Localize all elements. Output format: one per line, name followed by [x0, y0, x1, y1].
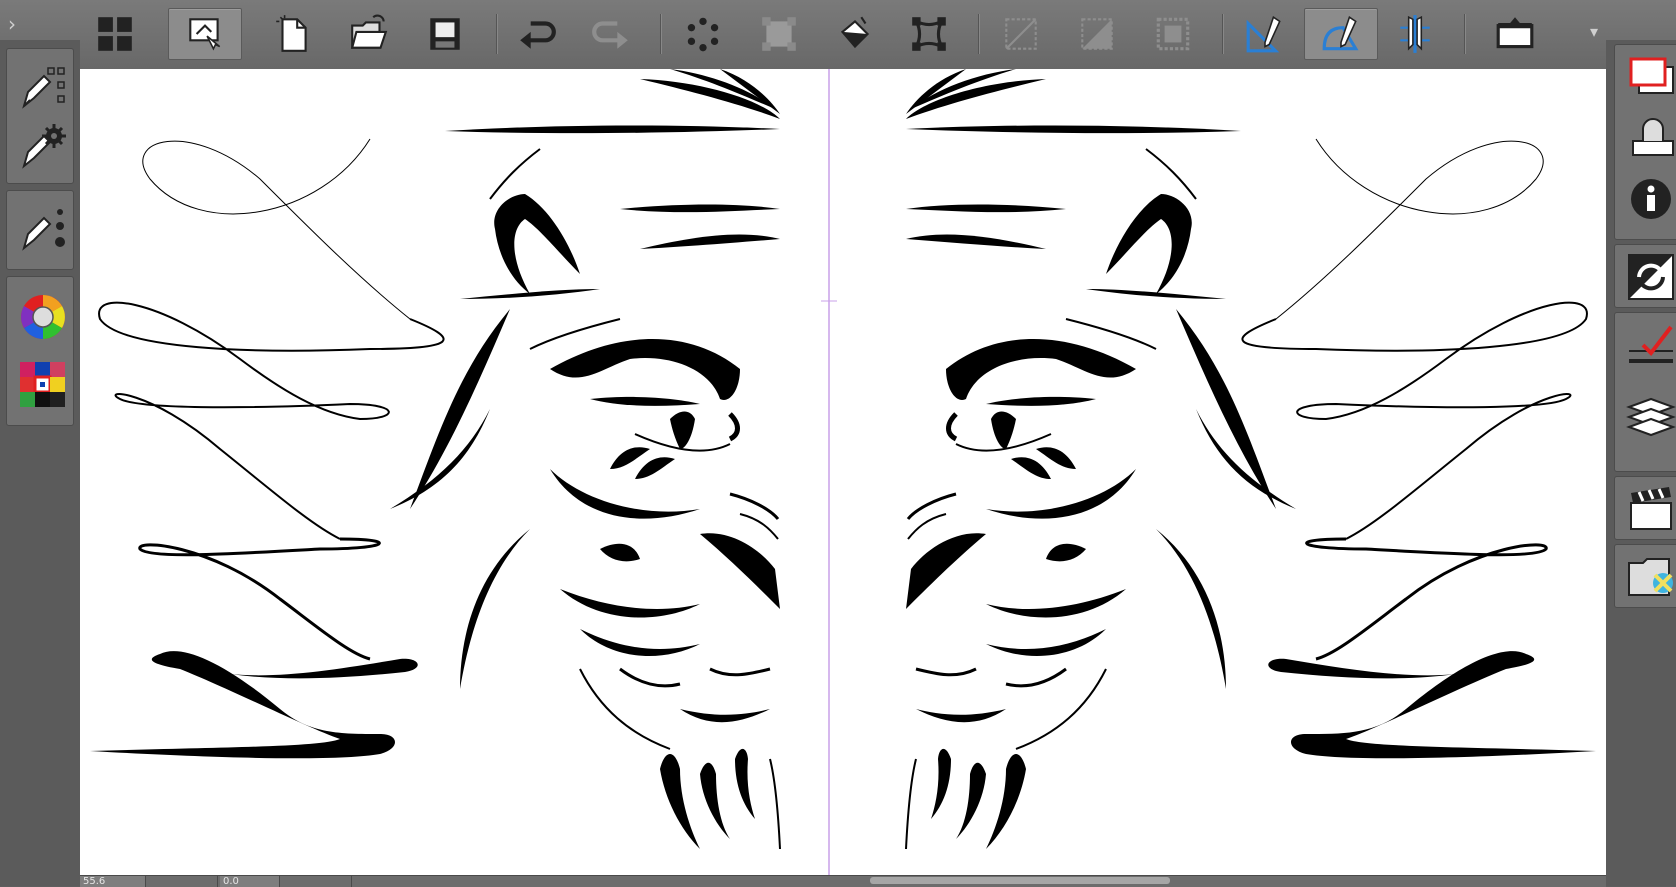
drawing-canvas[interactable] — [80, 69, 1606, 875]
clapper-icon[interactable] — [1623, 481, 1676, 537]
left-dock-group-color — [6, 276, 74, 426]
canvas-fit-icon[interactable] — [168, 8, 242, 60]
redo-icon[interactable] — [580, 8, 642, 60]
pen-dots-icon[interactable] — [17, 203, 69, 255]
right-dock-group-materials — [1614, 544, 1676, 608]
left-dock-group-pens — [6, 48, 74, 184]
symmetry-ruler-icon[interactable] — [1384, 8, 1446, 60]
check-layer-icon[interactable] — [1623, 319, 1676, 375]
half-square-disabled-icon[interactable] — [1066, 8, 1128, 60]
left-dock-group-brush — [6, 190, 74, 270]
new-file-icon[interactable] — [262, 8, 324, 60]
artwork — [90, 69, 1606, 875]
right-dock-group-swap — [1614, 244, 1676, 308]
main-toolbar: › ▾ — [0, 0, 1676, 70]
layers-stack-icon[interactable] — [1623, 389, 1676, 445]
dot-circle-icon[interactable] — [672, 8, 734, 60]
horizontal-scrollbar-thumb[interactable] — [870, 877, 1170, 884]
grid-layout-icon[interactable] — [84, 8, 146, 60]
zoom-level[interactable]: 55.6 — [80, 876, 146, 887]
artwork-right-half — [906, 69, 1596, 849]
status-bar: 55.6 0.0 — [80, 875, 1606, 887]
swap-icon[interactable] — [1623, 249, 1676, 305]
undo-icon[interactable] — [506, 8, 568, 60]
info-icon[interactable] — [1623, 171, 1676, 227]
toolbar-overflow-icon[interactable]: ▾ — [1590, 22, 1598, 41]
save-icon[interactable] — [414, 8, 476, 60]
artwork-left-half — [90, 69, 781, 850]
color-wheel-icon[interactable] — [17, 291, 69, 343]
right-dock-group-animation — [1614, 476, 1676, 540]
layer-outline-icon[interactable] — [1623, 51, 1676, 107]
right-dock-group-layers — [1614, 44, 1676, 240]
right-dock — [1606, 40, 1676, 886]
folder-image-icon[interactable] — [1623, 549, 1676, 605]
open-folder-icon[interactable] — [338, 8, 400, 60]
free-transform-icon[interactable] — [898, 8, 960, 60]
rotation-angle[interactable]: 0.0 — [220, 876, 280, 887]
fill-bucket-icon[interactable] — [824, 8, 886, 60]
right-dock-group-layer-tools — [1614, 312, 1676, 472]
curve-ruler-icon[interactable] — [1304, 8, 1378, 60]
rotation-slider[interactable] — [282, 876, 352, 887]
transform-disabled-icon[interactable] — [748, 8, 810, 60]
fullscreen-toggle-icon[interactable] — [1484, 8, 1546, 60]
ruler-pen-icon[interactable] — [1234, 8, 1296, 60]
crop-disabled-icon[interactable] — [990, 8, 1052, 60]
selection-grid-icon[interactable] — [1142, 8, 1204, 60]
left-dock — [0, 40, 80, 886]
pen-settings-icon[interactable] — [17, 61, 69, 113]
color-palette-icon[interactable] — [17, 359, 69, 411]
pen-gear-icon[interactable] — [17, 121, 69, 173]
zoom-slider[interactable] — [148, 876, 218, 887]
stamp-icon[interactable] — [1623, 111, 1676, 167]
